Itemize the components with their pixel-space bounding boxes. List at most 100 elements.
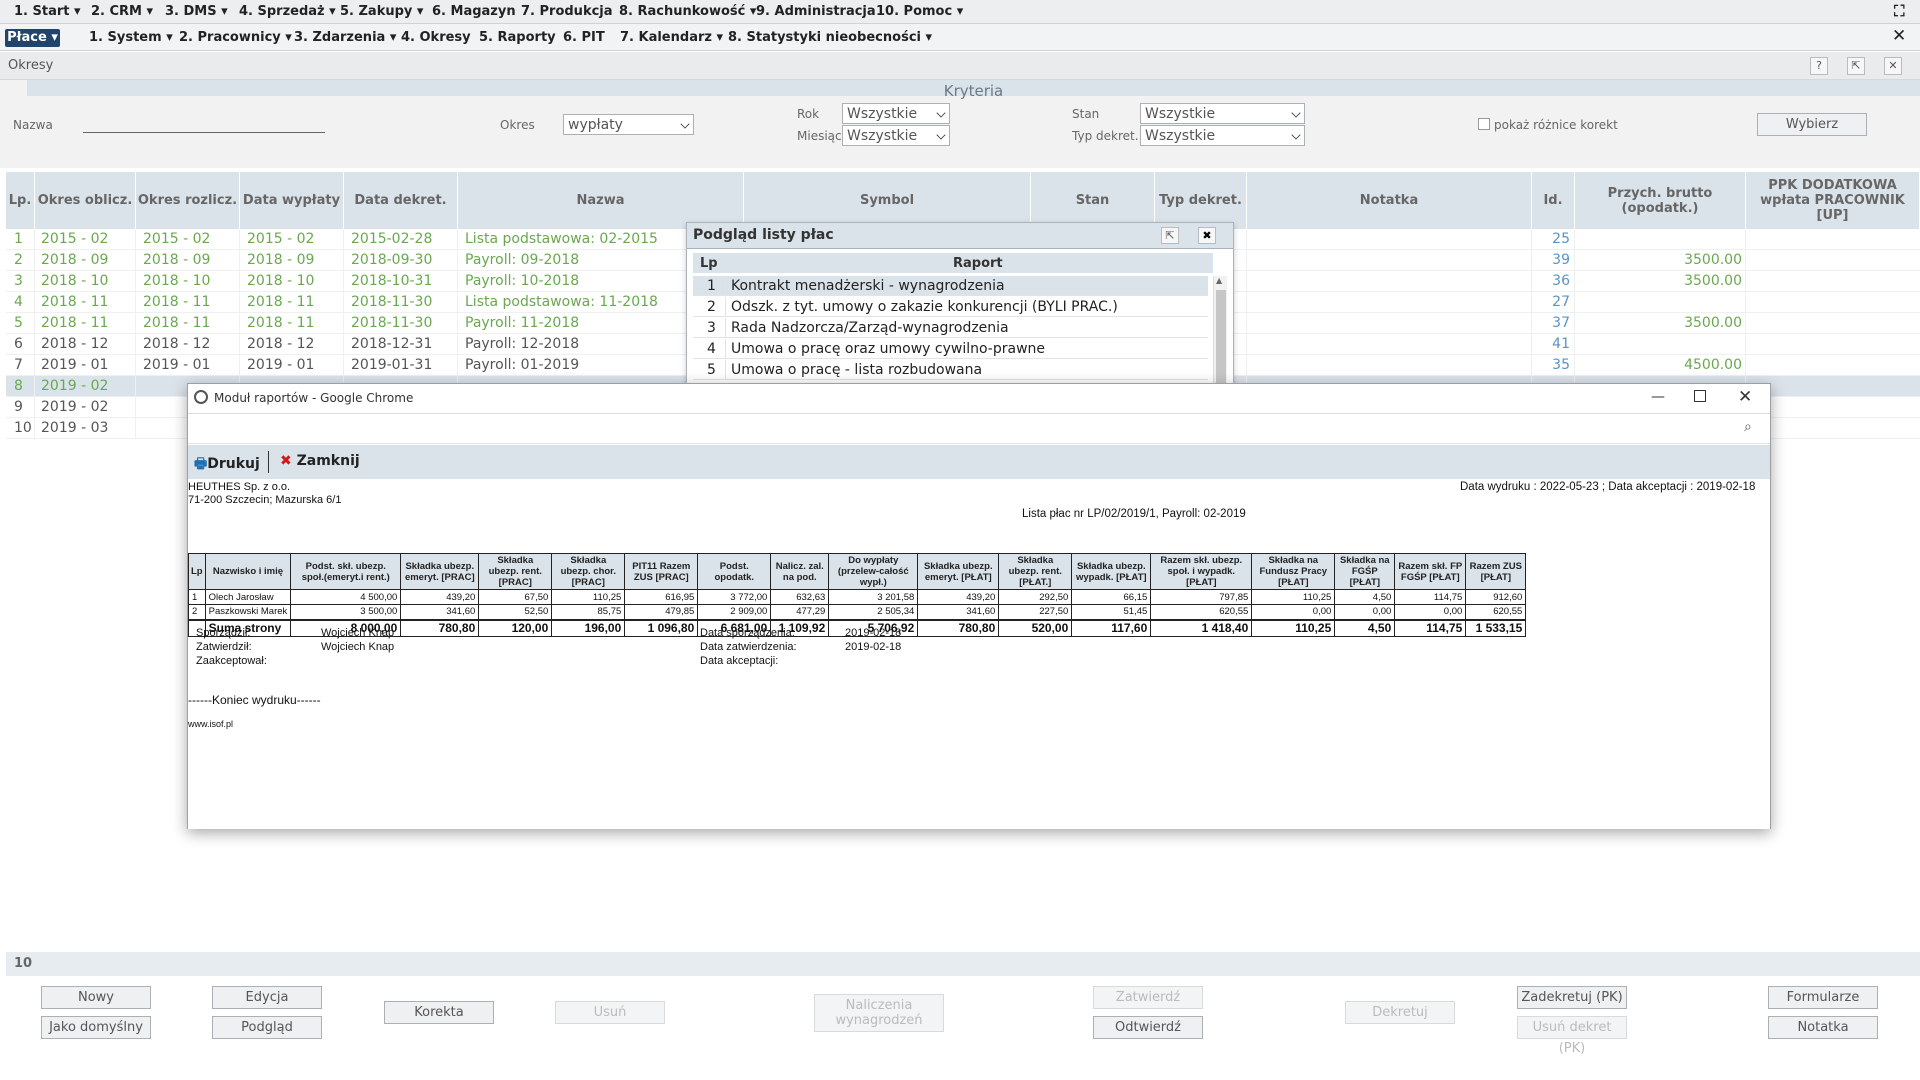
popout-icon[interactable]: ⇱ [1161, 227, 1179, 244]
menu-start[interactable]: 1. Start ▾ [14, 4, 81, 19]
col-symbol[interactable]: Symbol [744, 172, 1031, 229]
module-place[interactable]: Płace ▾ [5, 29, 60, 47]
menu-produkcja[interactable]: 7. Produkcja [521, 4, 613, 19]
col-okres-rozlicz[interactable]: Okres rozlicz. [136, 172, 240, 229]
grid-divider [239, 250, 240, 271]
print-button[interactable]: 🖶Drukuj [194, 453, 260, 477]
address-bar[interactable]: ⌕ [188, 414, 1770, 444]
sub-menu-bar: Płace ▾ 1. System ▾ 2. Pracownicy ▾ 3. Z… [0, 24, 1920, 51]
col-data-dekret[interactable]: Data dekret. [344, 172, 458, 229]
nowy-button[interactable]: Nowy [41, 986, 151, 1009]
col-data-wyplaty[interactable]: Data wypłaty [240, 172, 344, 229]
close-icon[interactable]: ✕ [1892, 26, 1906, 46]
table-cell: 2018 - 11 [41, 294, 109, 310]
popup-list-item[interactable]: 2 Odszk. z tyt. umowy o zakazie konkurenc… [693, 297, 1208, 317]
grid-divider [1531, 250, 1532, 271]
jako-domyslny-button[interactable]: Jako domyślny [41, 1016, 151, 1039]
popup-list-item[interactable]: 1 Kontrakt menadżerski - wynagrodzenia [693, 276, 1208, 296]
okres-select[interactable]: wypłaty [563, 114, 694, 135]
menu-pomoc[interactable]: 10. Pomoc ▾ [876, 4, 963, 19]
col-typ-dekret[interactable]: Typ dekret. [1155, 172, 1247, 229]
main-menu-bar: 1. Start ▾ 2. CRM ▾ 3. DMS ▾ 4. Sprzedaż… [0, 0, 1920, 24]
menu-system[interactable]: 1. System ▾ [89, 30, 173, 45]
miesiac-select[interactable]: Wszystkie [842, 125, 950, 146]
table-cell: 3 [14, 273, 23, 289]
close-report-button[interactable]: ✖ Zamknij [280, 453, 360, 469]
menu-zakupy[interactable]: 5. Zakupy ▾ [340, 4, 423, 19]
stan-select[interactable]: Wszystkie [1140, 103, 1305, 124]
wybierz-button[interactable]: Wybierz [1757, 113, 1867, 136]
table-cell: 4 [14, 294, 23, 310]
grid-divider [239, 271, 240, 292]
grid-divider [239, 355, 240, 376]
popup-col-lp: Lp [700, 256, 718, 271]
menu-magazyn[interactable]: 6. Magazyn [432, 4, 516, 19]
edycja-button[interactable]: Edycja [212, 986, 322, 1009]
odtwierdz-button[interactable]: Odtwierdź [1093, 1016, 1203, 1039]
menu-dms[interactable]: 3. DMS ▾ [165, 4, 228, 19]
menu-statystyki[interactable]: 8. Statystyki nieobecności ▾ [728, 30, 932, 45]
close-icon[interactable]: ✕ [1738, 387, 1752, 407]
row-count: 10 [14, 956, 33, 971]
fullscreen-icon[interactable]: ⛶ [1894, 2, 1905, 20]
popup-list-item[interactable]: 4 Umowa o pracę oraz umowy cywilno-prawne [693, 339, 1208, 359]
typ-dekret-select[interactable]: Wszystkie [1140, 125, 1305, 146]
maximize-icon[interactable] [1694, 390, 1706, 402]
col-stan[interactable]: Stan [1031, 172, 1155, 229]
grid-divider [1246, 250, 1247, 271]
grid-divider [457, 292, 458, 313]
korekta-button[interactable]: Korekta [384, 1001, 494, 1024]
grid-divider [1531, 355, 1532, 376]
menu-rachunkowosc[interactable]: 8. Rachunkowość ▾ [619, 4, 756, 19]
nazwa-input[interactable] [83, 113, 325, 133]
formularze-button[interactable]: Formularze [1768, 986, 1878, 1009]
menu-kalendarz[interactable]: 7. Kalendarz ▾ [620, 30, 723, 45]
usun-dekret-button[interactable]: Usuń dekret (PK) [1517, 1016, 1627, 1056]
col-nazwa[interactable]: Nazwa [458, 172, 744, 229]
scroll-up-icon[interactable]: ▲ [1216, 276, 1222, 285]
zoom-icon[interactable]: ⌕ [1744, 419, 1752, 435]
footer-url[interactable]: www.isof.pl [188, 719, 233, 729]
popup-item-raport: Umowa o pracę oraz umowy cywilno-prawne [731, 341, 1046, 357]
report-col-header: Do wypłaty (przelew-całość wypł.) [828, 553, 919, 590]
zatwierdz-button[interactable]: Zatwierdź [1093, 986, 1203, 1009]
col-ppk[interactable]: PPK DODATKOWA wpłata PRACOWNIK [UP] [1746, 172, 1920, 229]
table-cell: 2019 - 01 [143, 357, 211, 373]
menu-sprzedaz[interactable]: 4. Sprzedaż ▾ [239, 4, 336, 19]
menu-administracja[interactable]: 9. Administracja [756, 4, 876, 19]
popup-scrollbar[interactable]: ▲ [1213, 276, 1227, 386]
notatka-button[interactable]: Notatka [1768, 1016, 1878, 1039]
rok-select[interactable]: Wszystkie [842, 103, 950, 124]
popup-col-raport: Raport [953, 256, 1003, 271]
menu-crm[interactable]: 2. CRM ▾ [91, 4, 153, 19]
popout-icon[interactable]: ⇱ [1847, 57, 1865, 75]
col-okres-oblicz[interactable]: Okres oblicz. [35, 172, 136, 229]
podglad-button[interactable]: Podgląd [212, 1016, 322, 1039]
menu-pracownicy[interactable]: 2. Pracownicy ▾ [179, 30, 292, 45]
menu-pit[interactable]: 6. PIT [563, 30, 605, 45]
scroll-thumb[interactable] [1216, 290, 1226, 386]
grid-divider [1574, 355, 1575, 376]
menu-okresy[interactable]: 4. Okresy [401, 30, 471, 45]
korekty-checkbox[interactable] [1478, 118, 1490, 130]
col-notatka[interactable]: Notatka [1247, 172, 1532, 229]
menu-zdarzenia[interactable]: 3. Zdarzenia ▾ [294, 30, 396, 45]
close-icon[interactable]: ✕ [1884, 57, 1902, 75]
col-przych-brutto[interactable]: Przych. brutto (opodatk.) [1575, 172, 1746, 229]
table-cell: 36 [1552, 273, 1570, 289]
col-id[interactable]: Id. [1532, 172, 1575, 229]
minimize-icon[interactable]: — [1651, 389, 1665, 405]
dekretuj-button[interactable]: Dekretuj [1345, 1001, 1455, 1024]
help-icon[interactable]: ? [1810, 57, 1828, 75]
table-cell: 2018 - 12 [41, 336, 109, 352]
popup-list-item[interactable]: 3 Rada Nadzorcza/Zarząd-wynagrodzenia [693, 318, 1208, 338]
menu-raporty[interactable]: 5. Raporty [479, 30, 556, 45]
usun-button[interactable]: Usuń [555, 1001, 665, 1024]
popup-list-item[interactable]: 5 Umowa o pracę - lista rozbudowana [693, 360, 1208, 380]
zadekretuj-button[interactable]: Zadekretuj (PK) [1517, 986, 1627, 1009]
col-lp[interactable]: Lp. [6, 172, 35, 229]
printer-icon: 🖶 [194, 456, 208, 472]
table-cell: 2018 - 10 [143, 273, 211, 289]
close-icon[interactable]: ✖ [1198, 227, 1216, 244]
naliczenia-button[interactable]: Naliczenia wynagrodzeń [814, 994, 944, 1032]
